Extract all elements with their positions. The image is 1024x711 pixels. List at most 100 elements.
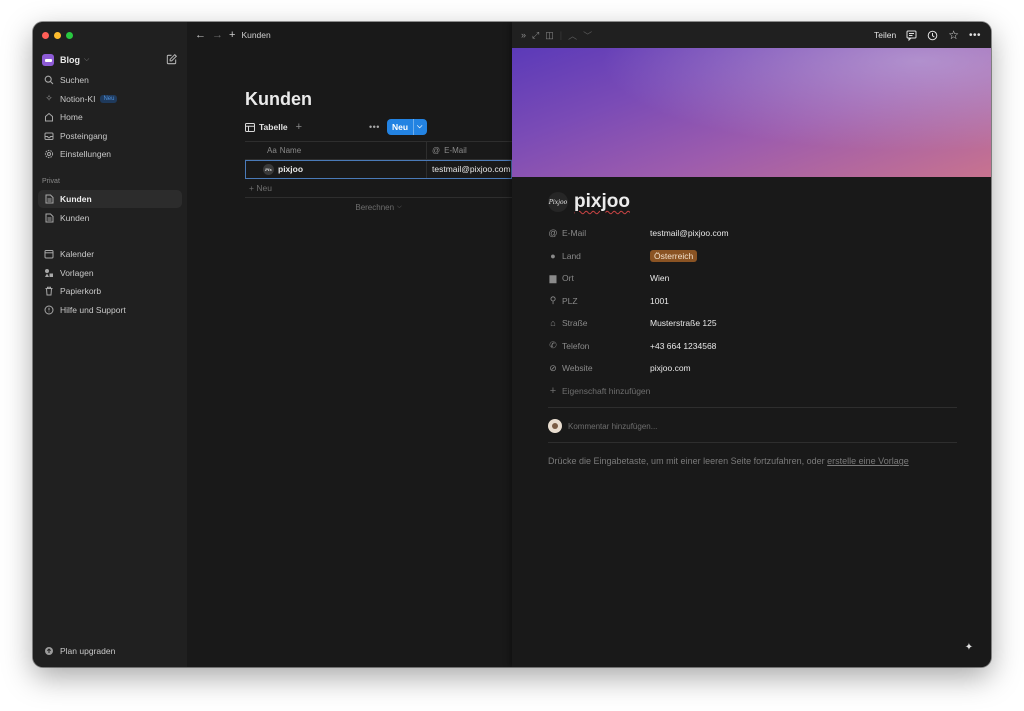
sparkle-icon: ✧ [45,93,53,103]
page-icon[interactable]: Pixjoo [548,192,568,212]
minimize-window-button[interactable] [54,32,61,39]
property-value[interactable]: 1001 [650,296,669,306]
database-table: Aa Name @ E-Mail Pix pixjoo testmail@pix… [245,141,512,217]
window-controls [42,32,73,39]
plus-icon[interactable]: + [229,29,235,41]
cell-name[interactable]: Pix pixjoo [245,160,427,178]
upgrade-label: Plan upgraden [60,646,116,656]
cell-name-text: pixjoo [278,164,304,174]
forward-arrow-icon[interactable]: → [212,29,223,41]
star-icon[interactable]: ☆ [948,28,959,42]
side-peek-panel: » ⤢ ◫ | ︿ ﹀ Teilen ☆ ••• Pixjoo pixjoo @… [512,22,991,667]
peek-toolbar: » ⤢ ◫ | ︿ ﹀ Teilen ☆ ••• [512,22,991,48]
sidebar-item-calendar[interactable]: Kalender [38,245,182,263]
property-ort[interactable]: ▆ Ort Wien [548,267,958,290]
comment-input[interactable]: Kommentar hinzufügen... [548,419,657,433]
sidebar-item-templates[interactable]: Vorlagen [38,264,182,282]
table-icon [245,122,255,132]
property-key: ⚲ PLZ [548,295,650,306]
property-telefon[interactable]: ✆ Telefon +43 664 1234568 [548,335,958,358]
property-value[interactable]: pixjoo.com [650,363,691,373]
empty-page-hint: Drücke die Eingabetaste, um mit einer le… [548,456,909,466]
column-header-name[interactable]: Aa Name [245,142,427,159]
sidebar-item-label: Vorlagen [60,267,94,278]
property-value[interactable]: Österreich [650,249,698,262]
divider [548,407,957,408]
add-property-button[interactable]: + Eigenschaft hinzufügen [548,380,958,403]
sidebar-item-help[interactable]: Hilfe und Support [38,301,182,319]
sidebar-tools: Kalender Vorlagen Papierkorb Hilfe und S… [38,245,182,319]
table-row[interactable]: Pix pixjoo testmail@pixjoo.com [245,160,512,179]
property-label: Straße [562,318,588,329]
close-peek-icon[interactable]: » [521,30,526,40]
breadcrumb[interactable]: Kunden [241,30,270,40]
plus-icon: + [549,384,557,397]
chevron-down-icon[interactable]: ⌵ [414,123,422,131]
workspace-switcher[interactable]: Blog ⌵ [42,52,178,68]
page-icon [43,212,55,224]
property-land[interactable]: ● Land Österreich [548,245,958,268]
expand-icon[interactable]: ⤢ [532,30,539,41]
page-title[interactable]: pixjoo [574,191,630,213]
sidebar-item-inbox[interactable]: Posteingang [38,127,182,145]
sidebar-item-label: Kunden [60,194,92,204]
chevron-down-icon: ⌵ [397,204,402,210]
sidebar-item-label: Hilfe und Support [60,304,126,315]
page-title[interactable]: Kunden [245,89,312,110]
avatar [548,419,562,433]
sidebar-item-settings[interactable]: Einstellungen [38,145,182,163]
close-window-button[interactable] [42,32,49,39]
sidebar-page-kunden[interactable]: Kunden [38,209,182,227]
sidebar-item-label: Posteingang [60,130,108,141]
sidebar-page-kunden-active[interactable]: Kunden [38,190,182,208]
panel-toggle-icon[interactable]: ◫ [545,30,554,41]
cell-email[interactable]: testmail@pixjoo.com [427,160,512,178]
sidebar-item-trash[interactable]: Papierkorb [38,282,182,300]
chevron-up-icon[interactable]: ︿ [568,29,577,42]
sidebar-footer: Plan upgraden [38,642,182,661]
calculate-label: Berechnen [355,203,395,212]
more-options-icon[interactable]: ••• [369,122,380,132]
more-options-icon[interactable]: ••• [969,30,981,41]
share-button[interactable]: Teilen [874,30,896,40]
property-value[interactable]: Wien [650,273,669,283]
chevron-down-icon[interactable]: ﹀ [583,29,592,42]
topbar: ← → + Kunden [195,26,271,44]
zoom-window-button[interactable] [66,32,73,39]
new-entry-button[interactable]: Neu ⌵ [387,119,427,135]
add-row-button[interactable]: + Neu [245,179,512,198]
private-section-label: Privat [42,178,60,185]
link-icon: ⊘ [549,362,557,373]
property-website[interactable]: ⊘ Website pixjoo.com [548,357,958,380]
tab-tabelle[interactable]: Tabelle [245,122,288,132]
column-label: Name [279,146,302,155]
upgrade-plan-button[interactable]: Plan upgraden [38,642,182,660]
text-type-icon: Aa [267,146,277,155]
sidebar-item-search[interactable]: Suchen [38,71,182,89]
property-strasse[interactable]: ⌂ Straße Musterstraße 125 [548,312,958,335]
cover-image[interactable] [512,48,991,177]
property-value[interactable]: +43 664 1234568 [650,341,716,351]
add-view-icon[interactable]: + [296,121,302,133]
history-icon[interactable] [927,30,938,41]
property-email[interactable]: @ E-Mail testmail@pixjoo.com [548,222,958,245]
calculate-button[interactable]: Berechnen ⌵ [245,198,512,217]
trash-icon [43,285,55,297]
comment-placeholder: Kommentar hinzufügen... [568,421,658,431]
sidebar-item-home[interactable]: Home [38,108,182,126]
property-plz[interactable]: ⚲ PLZ 1001 [548,290,958,313]
property-value[interactable]: testmail@pixjoo.com [650,228,729,238]
column-header-email[interactable]: @ E-Mail [427,142,512,159]
property-value[interactable]: Musterstraße 125 [650,318,717,328]
create-template-link[interactable]: erstelle eine Vorlage [827,456,909,466]
comment-icon[interactable] [906,30,917,41]
country-tag: Österreich [650,249,698,262]
property-label: Website [562,363,593,374]
back-arrow-icon[interactable]: ← [195,29,206,41]
buildings-icon: ▆ [549,272,557,283]
sidebar-item-notion-ai[interactable]: ✧ Notion-KI Neu [38,90,182,108]
new-page-icon[interactable] [165,53,178,66]
sidebar-nav: Suchen ✧ Notion-KI Neu Home Posteingang [38,71,182,164]
sidebar-item-label: Kunden [60,212,90,223]
ai-sparkle-icon[interactable]: ✦ [961,639,977,655]
